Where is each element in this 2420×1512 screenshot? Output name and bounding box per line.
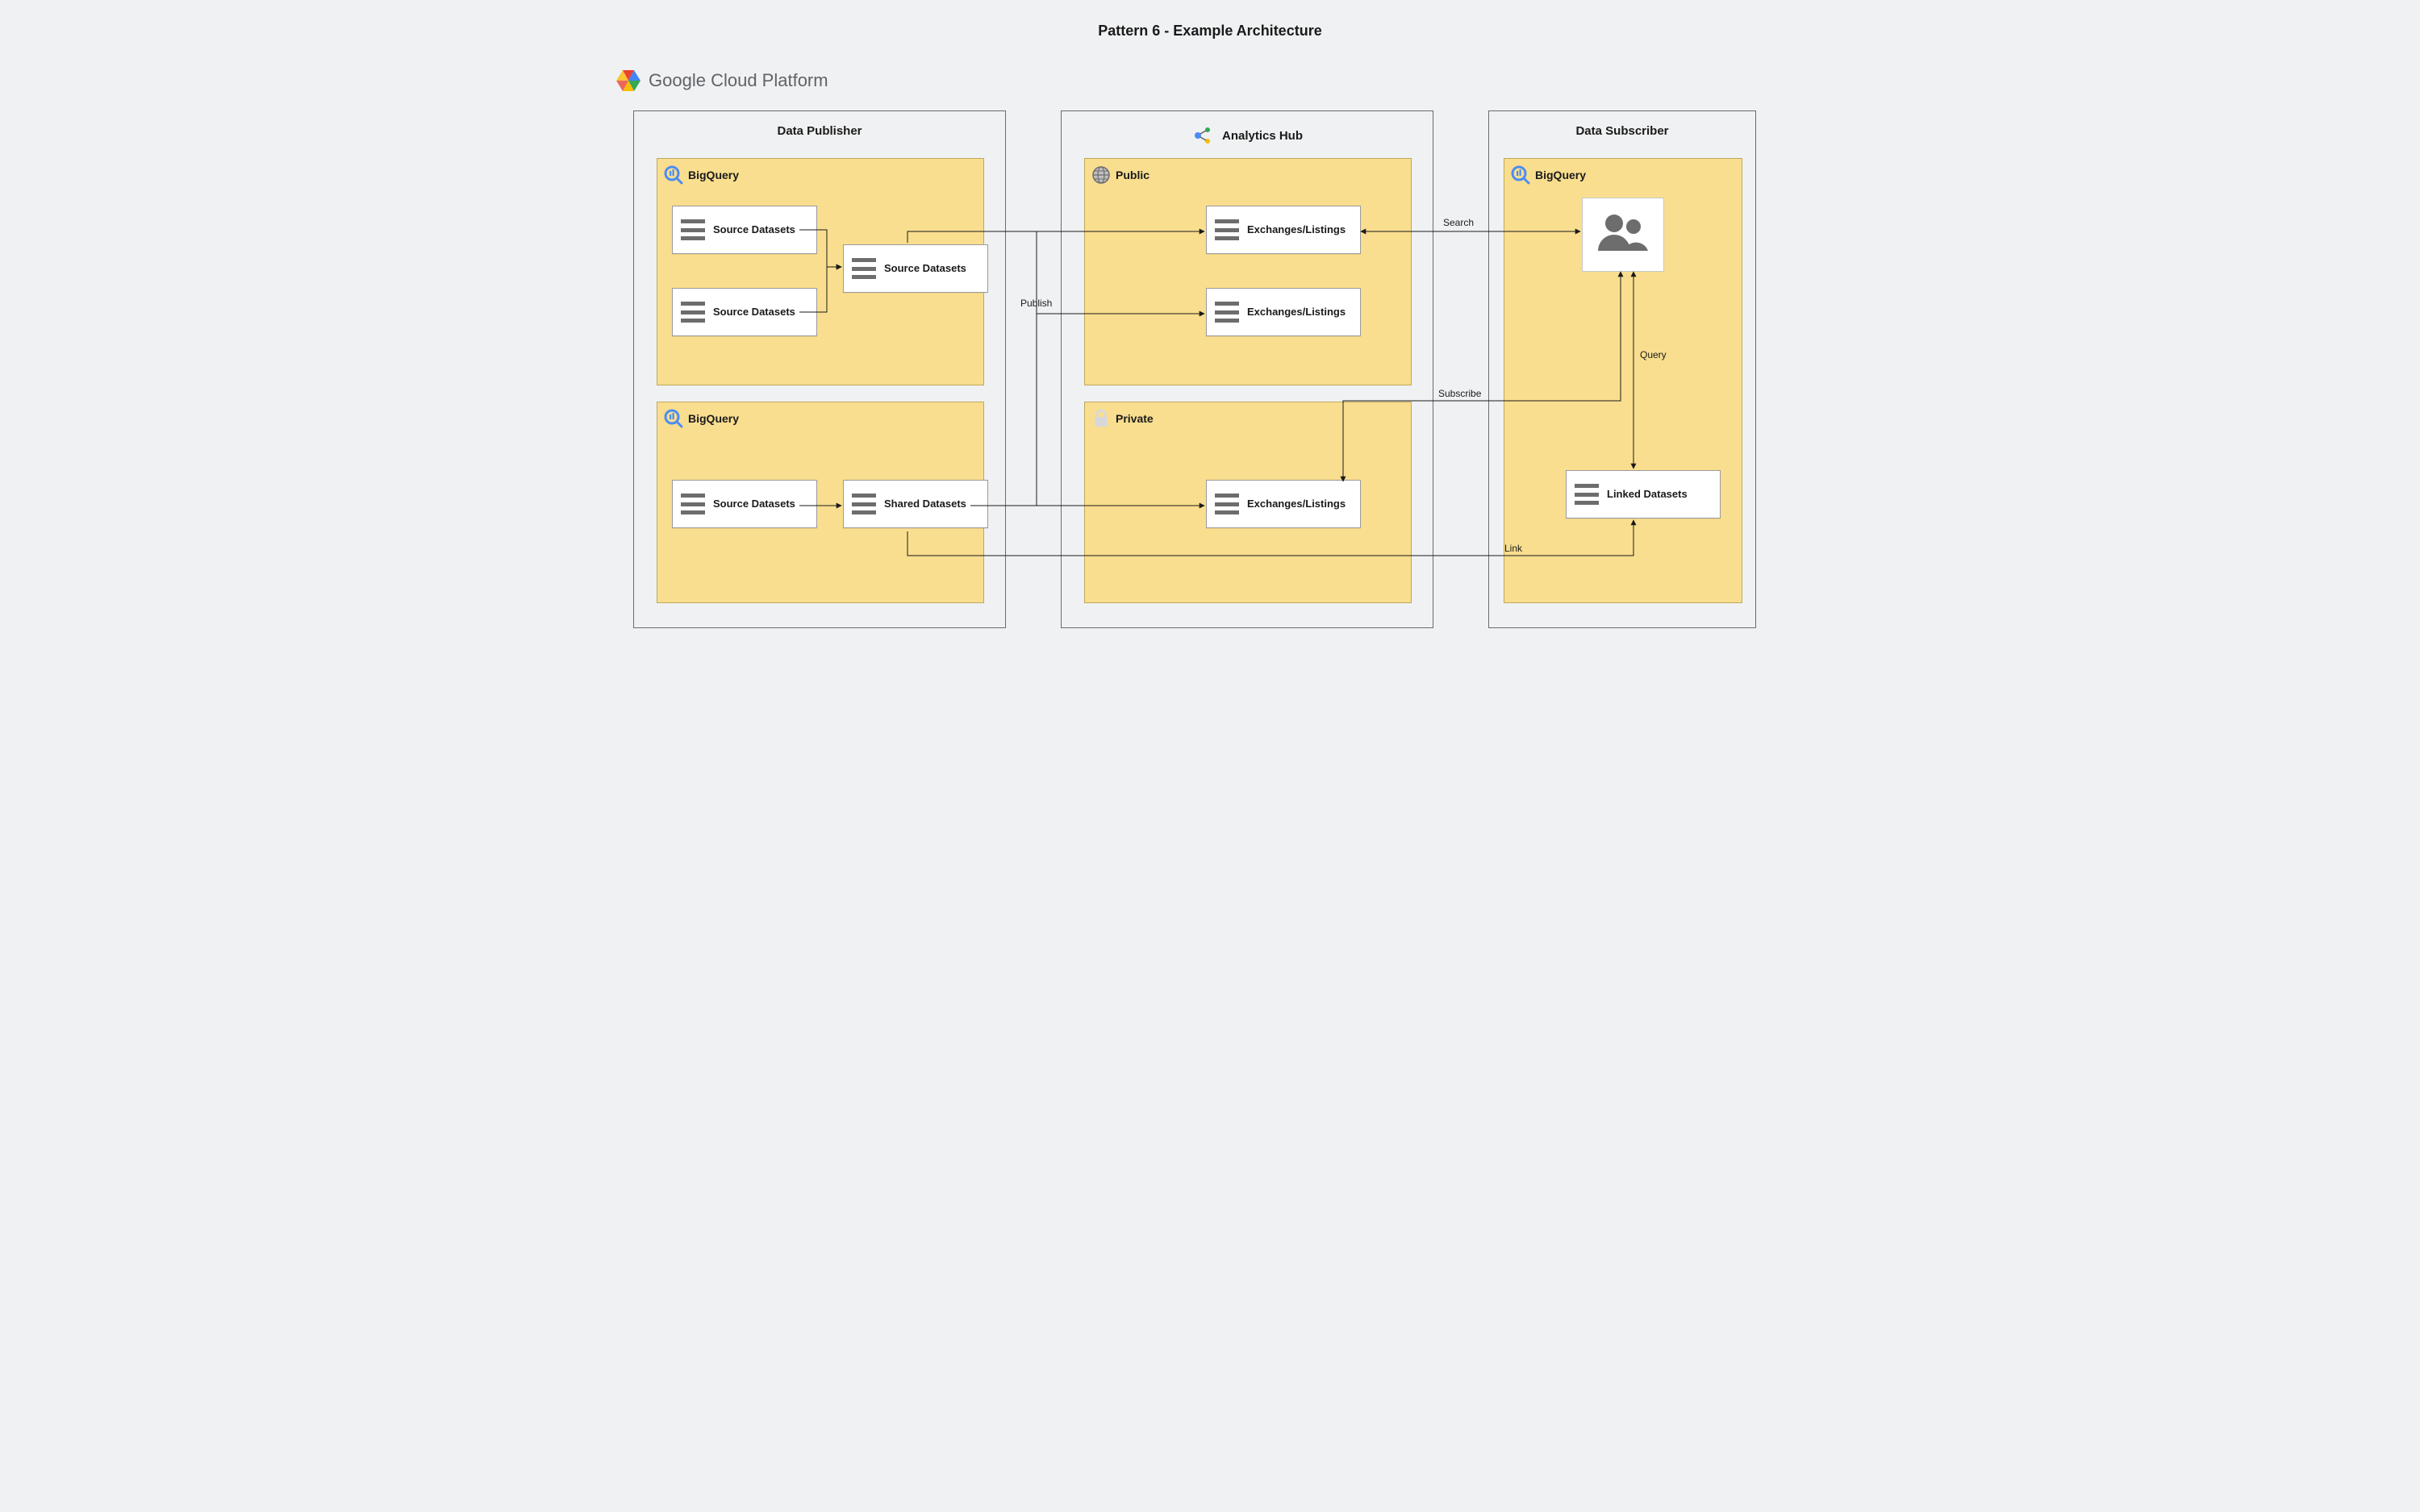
- column-title-hub: Analytics Hub: [1222, 129, 1303, 143]
- card-label: Private: [1116, 412, 1154, 425]
- edge-label-search: Search: [1443, 217, 1474, 228]
- card-hub-private: Private Exchanges/Listings: [1084, 402, 1412, 603]
- analytics-hub-icon: [1191, 124, 1214, 147]
- edge-label-query: Query: [1640, 349, 1667, 360]
- users-box: [1582, 198, 1664, 272]
- bigquery-icon: [662, 407, 685, 430]
- gcp-hex-icon: [616, 70, 640, 91]
- chip-shared-datasets: Shared Datasets: [843, 480, 988, 528]
- chip-label: Exchanges/Listings: [1247, 306, 1336, 319]
- card-label: BigQuery: [688, 169, 739, 181]
- chip-label: Source Datasets: [884, 262, 966, 275]
- chip-label: Source Datasets: [713, 306, 795, 319]
- dataset-icon: [852, 258, 876, 279]
- chip-linked-datasets: Linked Datasets: [1566, 470, 1721, 519]
- chip-exchanges-listings-1: Exchanges/Listings: [1206, 206, 1361, 254]
- edge-label-subscribe: Subscribe: [1438, 388, 1481, 399]
- dataset-icon: [681, 494, 705, 514]
- brand-bar: Google Cloud Platform: [605, 59, 1815, 96]
- globe-icon: [1090, 164, 1112, 186]
- chip-source-datasets-3: Source Datasets: [672, 480, 817, 528]
- edge-label-publish: Publish: [1020, 298, 1052, 309]
- card-label: Public: [1116, 169, 1150, 181]
- dataset-icon: [1575, 484, 1599, 505]
- card-publisher-bigquery-2: BigQuery Source Datasets Shared Datasets: [657, 402, 984, 603]
- brand-rest: Cloud Platform: [711, 70, 828, 90]
- column-title-subscriber: Data Subscriber: [1489, 111, 1755, 146]
- chip-label: Shared Datasets: [884, 498, 966, 510]
- chip-source-datasets-2: Source Datasets: [672, 288, 817, 336]
- card-label: BigQuery: [1535, 169, 1586, 181]
- dataset-icon: [681, 302, 705, 323]
- architecture-canvas: Data Publisher BigQuery: [633, 110, 1787, 659]
- chip-source-datasets-1: Source Datasets: [672, 206, 817, 254]
- chip-label: Exchanges/Listings: [1247, 498, 1336, 510]
- card-label: BigQuery: [688, 412, 739, 425]
- column-analytics-hub: Analytics Hub Public: [1061, 110, 1433, 628]
- chip-label: Source Datasets: [713, 223, 795, 236]
- bigquery-icon: [1509, 164, 1532, 186]
- chip-exchanges-listings-2: Exchanges/Listings: [1206, 288, 1361, 336]
- brand-google: Google: [649, 70, 706, 90]
- page-title: Pattern 6 - Example Architecture: [605, 0, 1815, 59]
- bigquery-icon: [662, 164, 685, 186]
- users-icon: [1595, 209, 1651, 261]
- card-hub-public: Public Exchanges/Listings Exchanges/List…: [1084, 158, 1412, 385]
- chip-source-datasets-merged: Source Datasets: [843, 244, 988, 293]
- edge-label-link: Link: [1504, 543, 1522, 554]
- dataset-icon: [681, 219, 705, 240]
- chip-exchanges-listings-3: Exchanges/Listings: [1206, 480, 1361, 528]
- dataset-icon: [852, 494, 876, 514]
- column-title-publisher: Data Publisher: [634, 111, 1005, 146]
- dataset-icon: [1215, 302, 1239, 323]
- lock-icon: [1090, 407, 1112, 430]
- chip-label: Linked Datasets: [1607, 488, 1688, 501]
- column-subscriber: Data Subscriber BigQuery: [1488, 110, 1756, 628]
- column-publisher: Data Publisher BigQuery: [633, 110, 1006, 628]
- chip-label: Exchanges/Listings: [1247, 223, 1336, 236]
- card-publisher-bigquery-1: BigQuery Source Datasets Source Datasets…: [657, 158, 984, 385]
- dataset-icon: [1215, 494, 1239, 514]
- chip-label: Source Datasets: [713, 498, 795, 510]
- card-subscriber-bigquery: BigQuery Linked Datasets: [1504, 158, 1742, 603]
- dataset-icon: [1215, 219, 1239, 240]
